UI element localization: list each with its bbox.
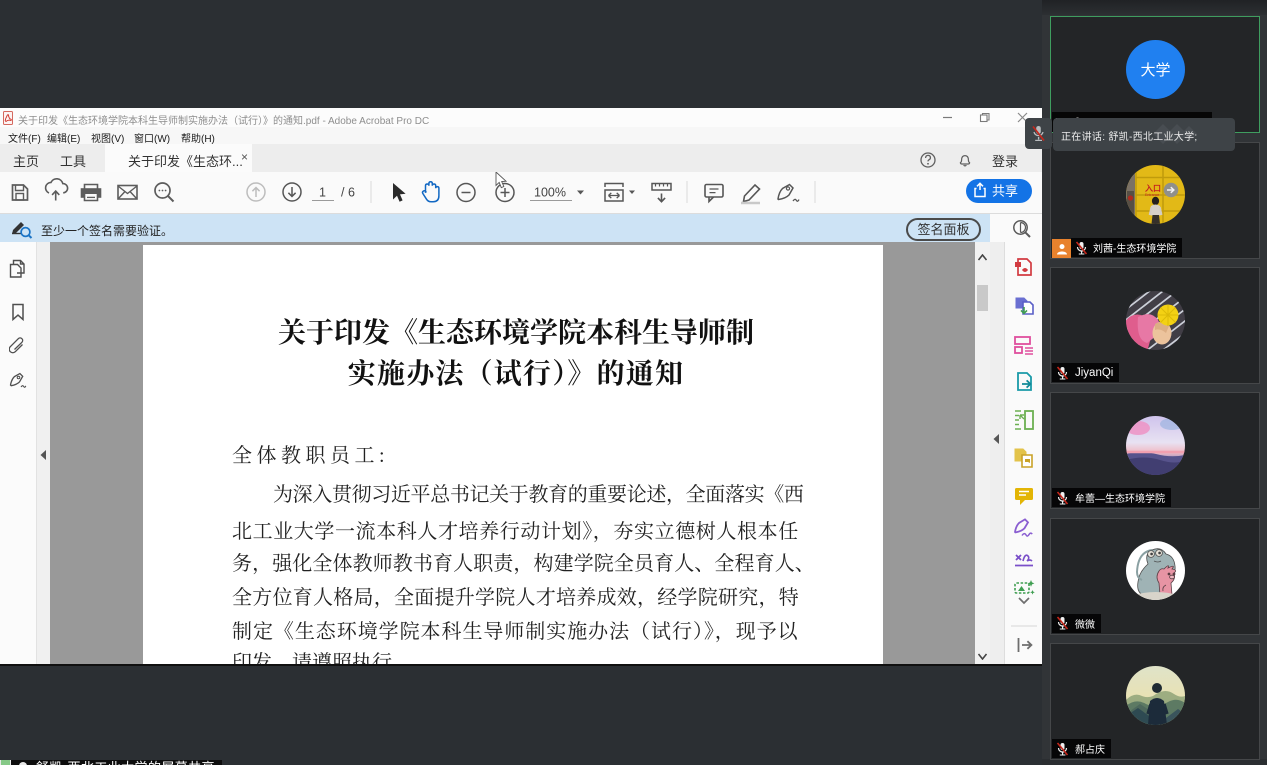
svg-text:/ 6: / 6 [341,186,355,200]
svg-text:共享: 共享 [992,184,1018,199]
svg-text:Entrance: Entrance [1145,193,1159,197]
svg-text:100%: 100% [534,186,566,200]
svg-text:入口: 入口 [1144,184,1161,193]
svg-text:1: 1 [319,186,326,200]
